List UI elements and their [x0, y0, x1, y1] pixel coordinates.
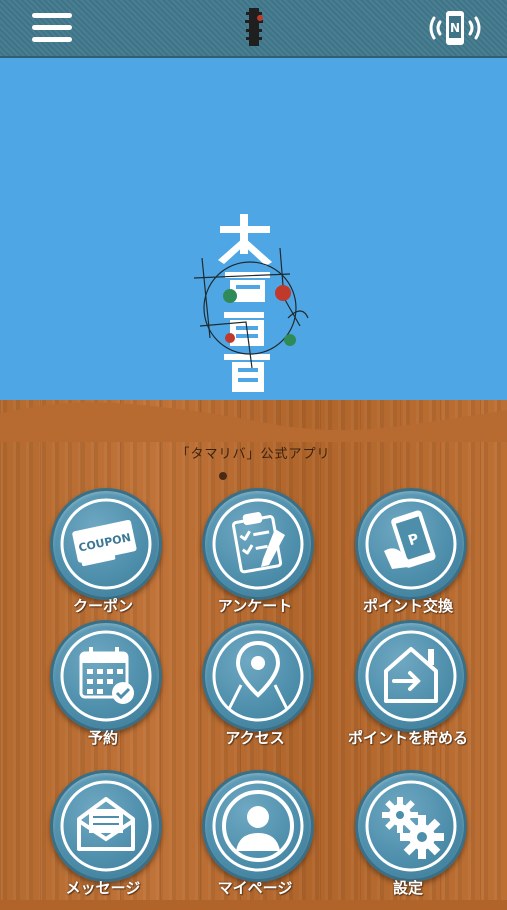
- hero-logo-icon: [193, 214, 309, 392]
- mail-icon: [50, 770, 162, 882]
- menu-tile-mypage[interactable]: マイページ: [190, 770, 320, 910]
- menu-label-point-exchange: ポイント交換: [362, 597, 453, 615]
- menu-label-settings: 設定: [392, 879, 423, 897]
- menu-tile-reserve[interactable]: 予約: [38, 620, 168, 760]
- menu-label-survey: アンケート: [217, 597, 293, 615]
- hamburger-menu-icon[interactable]: [30, 10, 74, 46]
- gears-icon: [355, 770, 467, 882]
- clipboard-survey-icon: [202, 488, 314, 600]
- enter-home-icon: [355, 620, 467, 732]
- menu-tile-survey[interactable]: アンケート: [190, 488, 320, 628]
- menu-label-message: メッセージ: [65, 879, 141, 897]
- page-indicator-dot: [219, 472, 227, 480]
- menu-tile-settings[interactable]: 設定: [343, 770, 473, 910]
- svg-text:N: N: [450, 21, 460, 35]
- point-exchange-icon: P: [355, 488, 467, 600]
- top-bar: N: [0, 0, 507, 58]
- menu-label-coupon: クーポン: [72, 597, 133, 615]
- app-subtitle: 「タマリバ」公式アプリ: [176, 447, 331, 462]
- menu-label-access: アクセス: [225, 729, 285, 747]
- menu-label-earn-points: ポイントを貯める: [347, 729, 468, 747]
- wave-divider: [0, 402, 507, 442]
- header-logo-icon: [245, 8, 263, 46]
- menu-tile-point-exchange[interactable]: P ポイント交換: [343, 488, 473, 628]
- menu-label-reserve: 予約: [87, 729, 118, 747]
- nfc-phone-icon[interactable]: N: [424, 8, 486, 48]
- menu-tile-message[interactable]: メッセージ: [38, 770, 168, 910]
- map-pin-icon: [202, 620, 314, 732]
- coupon-icon: COUPON: [50, 488, 162, 600]
- user-profile-icon: [202, 770, 314, 882]
- hero-banner: [0, 58, 507, 438]
- menu-tile-access[interactable]: アクセス: [190, 620, 320, 760]
- menu-label-mypage: マイページ: [217, 879, 293, 897]
- menu-tile-earn-points[interactable]: ポイントを貯める: [343, 620, 473, 760]
- calendar-reserve-icon: [50, 620, 162, 732]
- menu-tile-coupon[interactable]: COUPON クーポン: [38, 488, 168, 628]
